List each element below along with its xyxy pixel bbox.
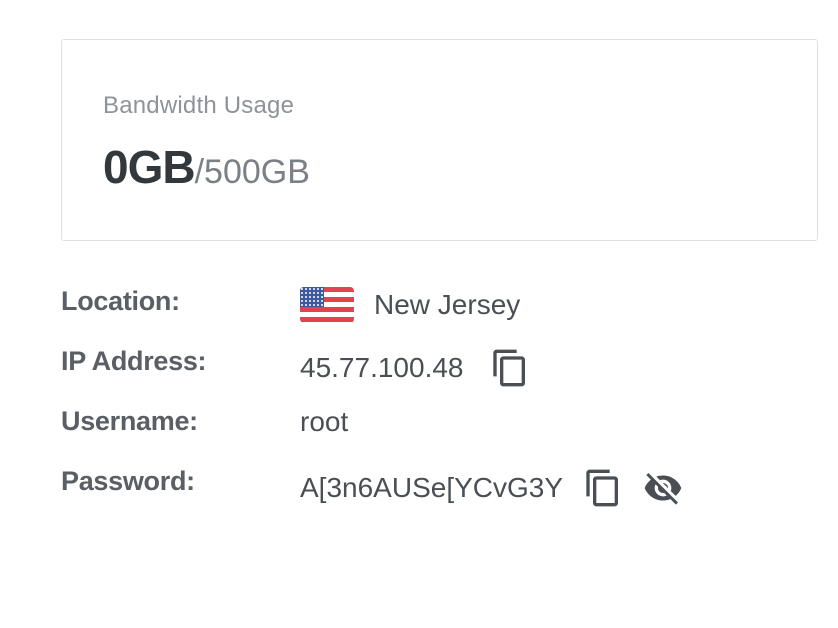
location-label: Location: xyxy=(61,286,180,316)
ip-address-value-group: 45.77.100.48 xyxy=(300,346,530,390)
password-label: Password: xyxy=(61,466,195,496)
ip-address-row: IP Address: 45.77.100.48 xyxy=(61,340,761,400)
bandwidth-card: Bandwidth Usage 0GB/500GB xyxy=(61,39,818,241)
ip-address-value: 45.77.100.48 xyxy=(300,352,464,383)
copy-ip-icon[interactable] xyxy=(490,346,530,390)
username-value-group: root xyxy=(300,406,348,438)
bandwidth-separator: / xyxy=(194,153,205,191)
bandwidth-label: Bandwidth Usage xyxy=(103,92,295,119)
ip-address-label: IP Address: xyxy=(61,346,207,376)
copy-icon xyxy=(586,469,619,507)
eye-off-icon xyxy=(644,473,682,505)
copy-password-icon[interactable] xyxy=(583,466,623,510)
toggle-password-visibility-icon[interactable] xyxy=(641,468,685,508)
location-value: New Jersey xyxy=(374,289,521,320)
us-flag-icon xyxy=(300,287,354,323)
bandwidth-usage: 0GB/500GB xyxy=(103,140,310,194)
password-row: Password: A[3n6AUSe[YCvG3Y xyxy=(61,460,761,520)
location-value-group: New Jersey xyxy=(300,287,520,323)
password-value: A[3n6AUSe[YCvG3Y xyxy=(300,472,564,503)
location-row: Location: New Jersey xyxy=(61,280,761,340)
password-value-group: A[3n6AUSe[YCvG3Y xyxy=(300,466,685,510)
server-details: Location: New Jersey IP Address: 45.77.1… xyxy=(61,280,761,520)
bandwidth-total: 500GB xyxy=(204,153,310,191)
username-label: Username: xyxy=(61,406,198,436)
username-row: Username: root xyxy=(61,400,761,460)
username-value: root xyxy=(300,406,349,437)
bandwidth-used: 0GB xyxy=(103,141,196,193)
copy-icon xyxy=(492,349,525,387)
